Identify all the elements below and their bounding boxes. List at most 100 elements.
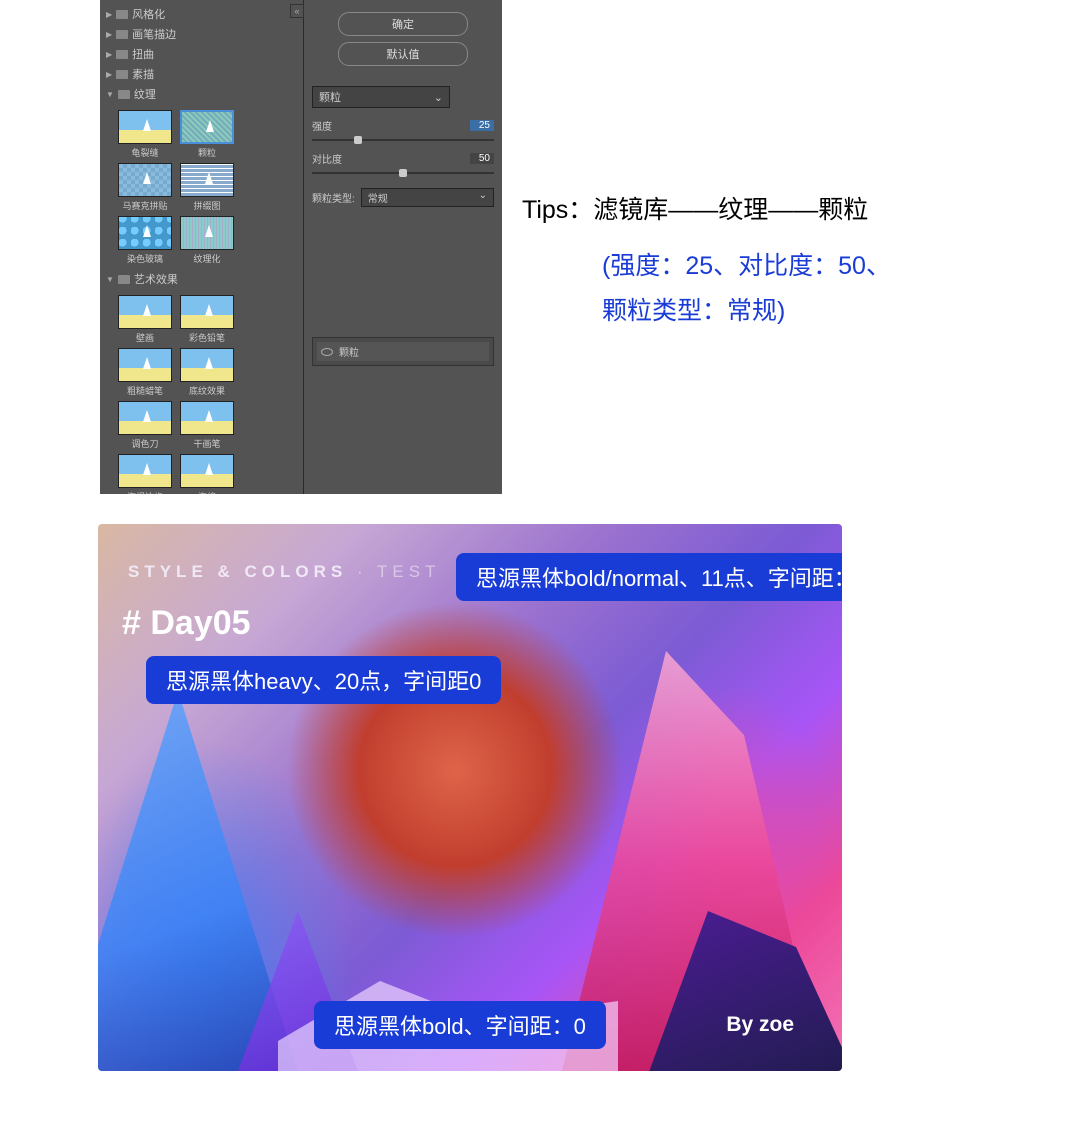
- filter-thumb[interactable]: 马赛克拼贴: [118, 163, 172, 212]
- thumb-preview: [180, 216, 234, 250]
- filter-name: 颗粒: [319, 89, 341, 105]
- thumb-label: 粗糙蜡笔: [118, 384, 172, 397]
- filter-thumb[interactable]: 底纹效果: [180, 348, 234, 397]
- expand-icon: ▶: [106, 10, 112, 19]
- thumb-preview: [118, 454, 172, 488]
- filter-thumb[interactable]: 粗糙蜡笔: [118, 348, 172, 397]
- filter-gallery-panel: ▶ 风格化 ▶ 画笔描边 ▶ 扭曲 ▶ 素描 ▼ 纹理: [100, 0, 502, 494]
- expand-icon: ▶: [106, 70, 112, 79]
- thumb-label: 颗粒: [180, 146, 234, 159]
- thumb-label: 壁画: [118, 331, 172, 344]
- callout-title-font: 思源黑体bold/normal、11点、字间距：240: [456, 553, 842, 601]
- visibility-icon[interactable]: [321, 348, 333, 356]
- filter-thumb[interactable]: 海报边缘: [118, 454, 172, 494]
- thumb-preview: [180, 110, 234, 144]
- slider-track[interactable]: [312, 172, 494, 174]
- thumb-preview: [118, 401, 172, 435]
- thumb-label: 干画笔: [180, 437, 234, 450]
- category-label: 素描: [132, 66, 154, 82]
- thumb-label: 马赛克拼贴: [118, 199, 172, 212]
- slider-thumb[interactable]: [354, 136, 362, 144]
- collapse-button[interactable]: «: [290, 4, 304, 18]
- artwork-day: # Day05: [122, 604, 251, 643]
- thumb-preview: [180, 454, 234, 488]
- filter-thumb[interactable]: 调色刀: [118, 401, 172, 450]
- filter-thumb[interactable]: 彩色铅笔: [180, 295, 234, 344]
- effect-layers: 颗粒: [312, 337, 494, 366]
- callout-byline-font: 思源黑体bold、字间距：0: [314, 1001, 606, 1049]
- artwork-title: STYLE & COLORS · TEST: [128, 562, 441, 582]
- filter-thumb[interactable]: 染色玻璃: [118, 216, 172, 265]
- thumb-label: 拼缀图: [180, 199, 234, 212]
- thumb-preview: [118, 295, 172, 329]
- thumb-label: 调色刀: [118, 437, 172, 450]
- default-button[interactable]: 默认值: [338, 42, 468, 66]
- filter-settings-pane: « 确定 默认值 颗粒 ⌄ 强度 25 对比度: [304, 0, 502, 494]
- filter-thumb[interactable]: 龟裂缝: [118, 110, 172, 159]
- filter-dropdown[interactable]: 颗粒 ⌄: [312, 86, 450, 108]
- category-label: 画笔描边: [132, 26, 176, 42]
- filter-thumb[interactable]: 海绵: [180, 454, 234, 494]
- contrast-value[interactable]: 50: [470, 153, 494, 164]
- thumb-preview: [180, 401, 234, 435]
- filter-category-list: ▶ 风格化 ▶ 画笔描边 ▶ 扭曲 ▶ 素描 ▼ 纹理: [100, 0, 304, 494]
- type-label: 颗粒类型:: [312, 190, 355, 205]
- intensity-value[interactable]: 25: [470, 120, 494, 131]
- expand-icon: ▶: [106, 30, 112, 39]
- filter-thumb[interactable]: 拼缀图: [180, 163, 234, 212]
- callout-day-font: 思源黑体heavy、20点，字间距0: [146, 656, 501, 704]
- layer-name: 颗粒: [339, 344, 359, 359]
- grain-type-dropdown[interactable]: 常规 ⌄: [361, 188, 494, 207]
- thumb-preview: [180, 163, 234, 197]
- tips-text: Tips：滤镜库——纹理——颗粒 (强度：25、对比度：50、 颗粒类型：常规): [522, 0, 980, 334]
- folder-icon: [118, 90, 130, 99]
- title-bold: STYLE & COLORS: [128, 562, 347, 581]
- collapse-icon: ▼: [106, 90, 114, 99]
- type-value: 常规: [368, 190, 388, 205]
- slider-label: 强度: [312, 118, 332, 133]
- thumb-label: 龟裂缝: [118, 146, 172, 159]
- category-stylize[interactable]: ▶ 风格化: [106, 4, 297, 24]
- category-artistic[interactable]: ▼ 艺术效果: [106, 269, 297, 289]
- texture-thumbnails: 龟裂缝颗粒马赛克拼贴拼缀图染色玻璃纹理化: [106, 104, 297, 269]
- category-label: 扭曲: [132, 46, 154, 62]
- slider-track[interactable]: [312, 139, 494, 141]
- tips-line1: Tips：滤镜库——纹理——颗粒: [522, 190, 980, 226]
- grain-type-row: 颗粒类型: 常规 ⌄: [312, 188, 494, 207]
- thumb-preview: [118, 348, 172, 382]
- thumb-label: 染色玻璃: [118, 252, 172, 265]
- thumb-preview: [118, 216, 172, 250]
- filter-thumb[interactable]: 纹理化: [180, 216, 234, 265]
- category-label: 纹理: [134, 86, 156, 102]
- thumb-label: 海报边缘: [118, 490, 172, 494]
- folder-icon: [116, 70, 128, 79]
- ok-button[interactable]: 确定: [338, 12, 468, 36]
- expand-icon: ▶: [106, 50, 112, 59]
- effect-layer-row[interactable]: 颗粒: [317, 342, 489, 361]
- folder-icon: [118, 275, 130, 284]
- filter-thumb[interactable]: 颗粒: [180, 110, 234, 159]
- collapse-icon: ▼: [106, 275, 114, 284]
- category-distort[interactable]: ▶ 扭曲: [106, 44, 297, 64]
- category-brush-strokes[interactable]: ▶ 画笔描边: [106, 24, 297, 44]
- filter-thumb[interactable]: 干画笔: [180, 401, 234, 450]
- tips-line3: 颗粒类型：常规): [522, 289, 980, 334]
- folder-icon: [116, 30, 128, 39]
- thumb-label: 底纹效果: [180, 384, 234, 397]
- filter-thumb[interactable]: 壁画: [118, 295, 172, 344]
- thumb-label: 彩色铅笔: [180, 331, 234, 344]
- thumb-preview: [180, 295, 234, 329]
- artistic-thumbnails: 壁画彩色铅笔粗糙蜡笔底纹效果调色刀干画笔海报边缘海绵绘画涂抹胶片颗粒木刻霓虹灯光…: [106, 289, 297, 494]
- thumb-label: 纹理化: [180, 252, 234, 265]
- chevron-down-icon: ⌄: [479, 190, 487, 205]
- category-label: 风格化: [132, 6, 165, 22]
- folder-icon: [116, 50, 128, 59]
- category-texture[interactable]: ▼ 纹理: [106, 84, 297, 104]
- slider-thumb[interactable]: [399, 169, 407, 177]
- tips-line2: (强度：25、对比度：50、: [522, 244, 980, 289]
- chevron-down-icon: ⌄: [434, 91, 443, 104]
- category-sketch[interactable]: ▶ 素描: [106, 64, 297, 84]
- thumb-preview: [180, 348, 234, 382]
- slider-label: 对比度: [312, 151, 342, 166]
- thumb-preview: [118, 110, 172, 144]
